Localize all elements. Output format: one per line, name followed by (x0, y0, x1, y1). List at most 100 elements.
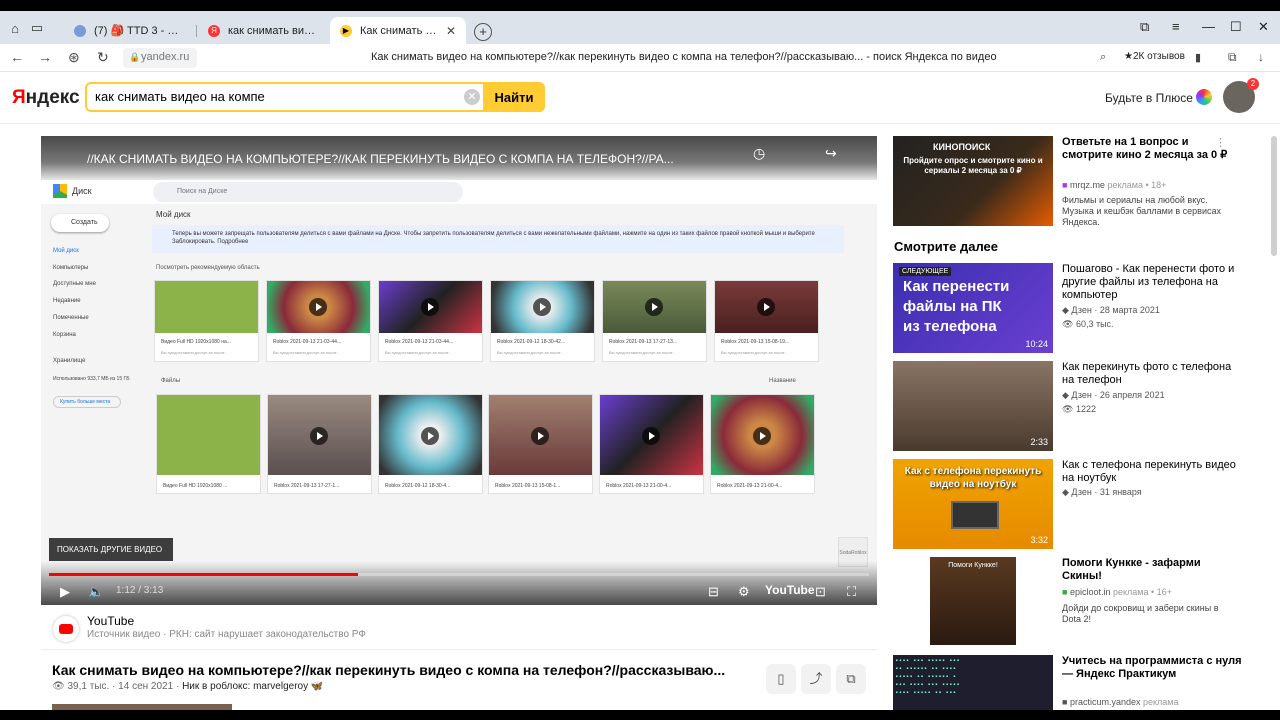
maximize-icon[interactable]: ☐ (1230, 19, 1242, 35)
reload-icon[interactable]: ↻ (97, 49, 109, 66)
ad-epicloot[interactable]: Помоги Кункке! Помоги Кункке - зафарми С… (893, 557, 1273, 647)
drive-logo-icon (53, 184, 67, 198)
subtitles-icon[interactable]: ⊟ (708, 584, 719, 600)
drive-nav-item: Помеченные (53, 315, 89, 321)
drive-file-card: Roblox 2021-09-12 18-30-4... (378, 394, 483, 494)
volume-icon[interactable]: 🔈 (88, 584, 104, 600)
eye-icon: 👁 (1062, 404, 1076, 414)
watch-later-icon[interactable]: ◷ (753, 145, 765, 162)
search-input[interactable] (95, 89, 455, 104)
new-tab-button[interactable]: + (474, 23, 492, 41)
find-button[interactable]: Найти (483, 82, 545, 112)
show-more-videos-button[interactable]: ПОКАЗАТЬ ДРУГИЕ ВИДЕО (49, 538, 173, 561)
drive-recommended-label: Посмотреть рекомендуемую область (156, 265, 260, 271)
minimize-icon[interactable]: — (1202, 19, 1215, 34)
bookmarks-icon[interactable]: ⧉ (1140, 19, 1149, 35)
share-video-icon[interactable]: ⤴ (801, 664, 831, 694)
collections-icon[interactable]: ⧉ (1228, 50, 1237, 65)
play-icon (421, 298, 439, 316)
menu-icon[interactable]: ≡ (1172, 19, 1180, 34)
drive-file-card: Видео Full HD 1920x1080 на... Вы предоста… (154, 280, 259, 362)
ad-title[interactable]: Помоги Кункке - зафарми Скины! (1062, 557, 1242, 583)
ad-banner: Помоги Кункке! (893, 557, 1053, 647)
time-display: 1:12 / 3:13 (116, 585, 164, 596)
protect-icon[interactable]: ⊛ (68, 49, 80, 66)
avatar[interactable]: 2 (1223, 78, 1259, 113)
thumb-image (157, 395, 260, 475)
cast-icon[interactable]: ⊡ (815, 584, 826, 600)
play-button-icon[interactable]: ▶ (60, 584, 70, 600)
bookmark-icon[interactable]: ▮ (1195, 51, 1201, 64)
drive-file-card: Roblox 2021-09-13 21-00-4... (710, 394, 815, 494)
file-subcaption: Вы предоставили доступ за после... (721, 350, 788, 355)
drive-notice: Теперь вы можете запрещать пользователям… (152, 225, 844, 253)
tab-video-active[interactable]: ▶ Как снимать видео на ✕ (330, 17, 466, 44)
ad-image-text: Помоги Кункке! (948, 562, 998, 569)
related-title[interactable]: Как перекинуть фото с телефона на телефо… (1062, 361, 1242, 387)
drive-file-card: Roblox 2021-09-13 17-27-13... Вы предоста… (602, 280, 707, 362)
progress-bar[interactable] (49, 573, 869, 576)
tab-bar: ⌂ ▭ (7) 🎒 TTD 3 - Роблокс Я как снимать … (0, 11, 1280, 44)
source-label: Дзен (1071, 305, 1092, 315)
back-icon[interactable]: ← (10, 49, 24, 65)
ad-source: ■ practicum.yandex реклама (1062, 697, 1179, 707)
fullscreen-icon[interactable]: ⛶ (847, 584, 856, 600)
ad-banner: ▪▪▪▪ ▪▪▪ ▪▪▪▪▪ ▪▪▪ ▪▪ ▪▪▪▪▪▪ ▪▪ ▪▪▪▪ ▪▪▪▪▪… (893, 655, 1053, 710)
related-source: ◆ Дзен · 28 марта 2021 (1062, 305, 1160, 315)
play-icon (757, 298, 775, 316)
logo-letter: Я (12, 87, 26, 108)
reviews-badge[interactable]: ★2К отзывов (1124, 51, 1185, 62)
drive-file-card: Roblox 2021-09-12 18-30-42... Вы предоста… (490, 280, 595, 362)
settings-icon[interactable]: ⚙ (738, 584, 750, 600)
more-video-icon[interactable]: ⧉ (836, 664, 866, 694)
yandex-logo[interactable]: Яндекс (12, 87, 80, 109)
ad-domain-icon: ■ (1062, 587, 1070, 597)
plus-icon[interactable] (1196, 89, 1212, 105)
close-tab-icon[interactable]: ✕ (446, 24, 456, 38)
address-bar[interactable]: 🔒 yandex.ru (123, 48, 197, 68)
youtube-icon[interactable] (53, 616, 79, 642)
download-icon[interactable]: ↓ (1258, 50, 1264, 64)
player-video-title[interactable]: //КАК СНИМАТЬ ВИДЕО НА КОМПЬЮТЕРЕ?//КАК … (87, 152, 674, 166)
ad-banner: КИНОПОИСК Пройдите опрос и смотрите кино… (893, 136, 1053, 226)
video-player[interactable]: //КАК СНИМАТЬ ВИДЕО НА КОМПЬЮТЕРЕ?//КАК … (41, 136, 877, 605)
tab-search[interactable]: Я как снимать видео на ко (198, 17, 328, 44)
source-name[interactable]: YouTube (87, 614, 134, 628)
ad-kinopoisk[interactable]: КИНОПОИСК Пройдите опрос и смотрите кино… (893, 136, 1273, 236)
youtube-logo[interactable]: YouTube (765, 583, 815, 597)
ad-practicum[interactable]: ▪▪▪▪ ▪▪▪ ▪▪▪▪▪ ▪▪▪ ▪▪ ▪▪▪▪▪▪ ▪▪ ▪▪▪▪ ▪▪▪▪▪… (893, 655, 1273, 710)
clear-icon[interactable]: ✕ (464, 89, 480, 105)
file-caption: Roblox 2021-09-12 18-30-42... (497, 339, 566, 345)
related-video[interactable]: 2:33 Как перекинуть фото с телефона на т… (893, 361, 1273, 451)
folder-icon[interactable]: ▭ (26, 17, 48, 39)
file-caption: Roblox 2021-09-13 21-00-4... (606, 483, 672, 489)
forward-icon[interactable]: → (38, 49, 52, 65)
video-thumbnail: 2:33 (893, 361, 1053, 451)
bookmark-video-icon[interactable]: ▯ (766, 664, 796, 694)
tab-roblox[interactable]: (7) 🎒 TTD 3 - Роблокс (64, 17, 194, 44)
next-card-peek (52, 704, 232, 710)
drive-create-button: Создать (51, 214, 109, 232)
tab-favicon-icon (74, 24, 86, 37)
more-options-icon[interactable]: ⋮ (1215, 136, 1226, 149)
home-icon[interactable]: ⌂ (4, 17, 26, 39)
file-caption: Roblox 2021-09-13 21-03-44... (385, 339, 454, 345)
ad-title[interactable]: Учитесь на программиста с нуля — Яндекс … (1062, 655, 1242, 681)
related-title[interactable]: Как с телефона перекинуть видео на ноутб… (1062, 459, 1242, 485)
close-window-icon[interactable]: ✕ (1258, 19, 1269, 35)
share-icon[interactable]: ↪ (825, 145, 837, 162)
drive-nav-item: Доступные мне (53, 281, 96, 287)
video-favicon-icon: ▶ (340, 24, 352, 37)
plus-promo[interactable]: Будьте в Плюсе (1105, 91, 1193, 105)
related-video[interactable]: СЛЕДУЮЩЕЕ Как перенести файлы на ПК из т… (893, 263, 1273, 353)
page-scrollbar[interactable] (1271, 136, 1277, 256)
related-title[interactable]: Пошагово - Как перенести фото и другие ф… (1062, 263, 1242, 302)
file-caption: Видео Full HD 1920x1080 на... (161, 339, 231, 345)
publish-date: 14 сен 2021 (118, 681, 174, 692)
ad-tag: реклама • 16+ (1112, 587, 1172, 597)
controls-gradient (41, 561, 877, 605)
video-duration: 2:33 (1030, 437, 1048, 447)
search-page-icon[interactable]: ⌕ (1100, 51, 1106, 64)
related-video[interactable]: Как с телефона перекинуть видео на ноутб… (893, 459, 1273, 549)
file-caption: Roblox 2021-09-13 17-27-1... (274, 483, 340, 489)
